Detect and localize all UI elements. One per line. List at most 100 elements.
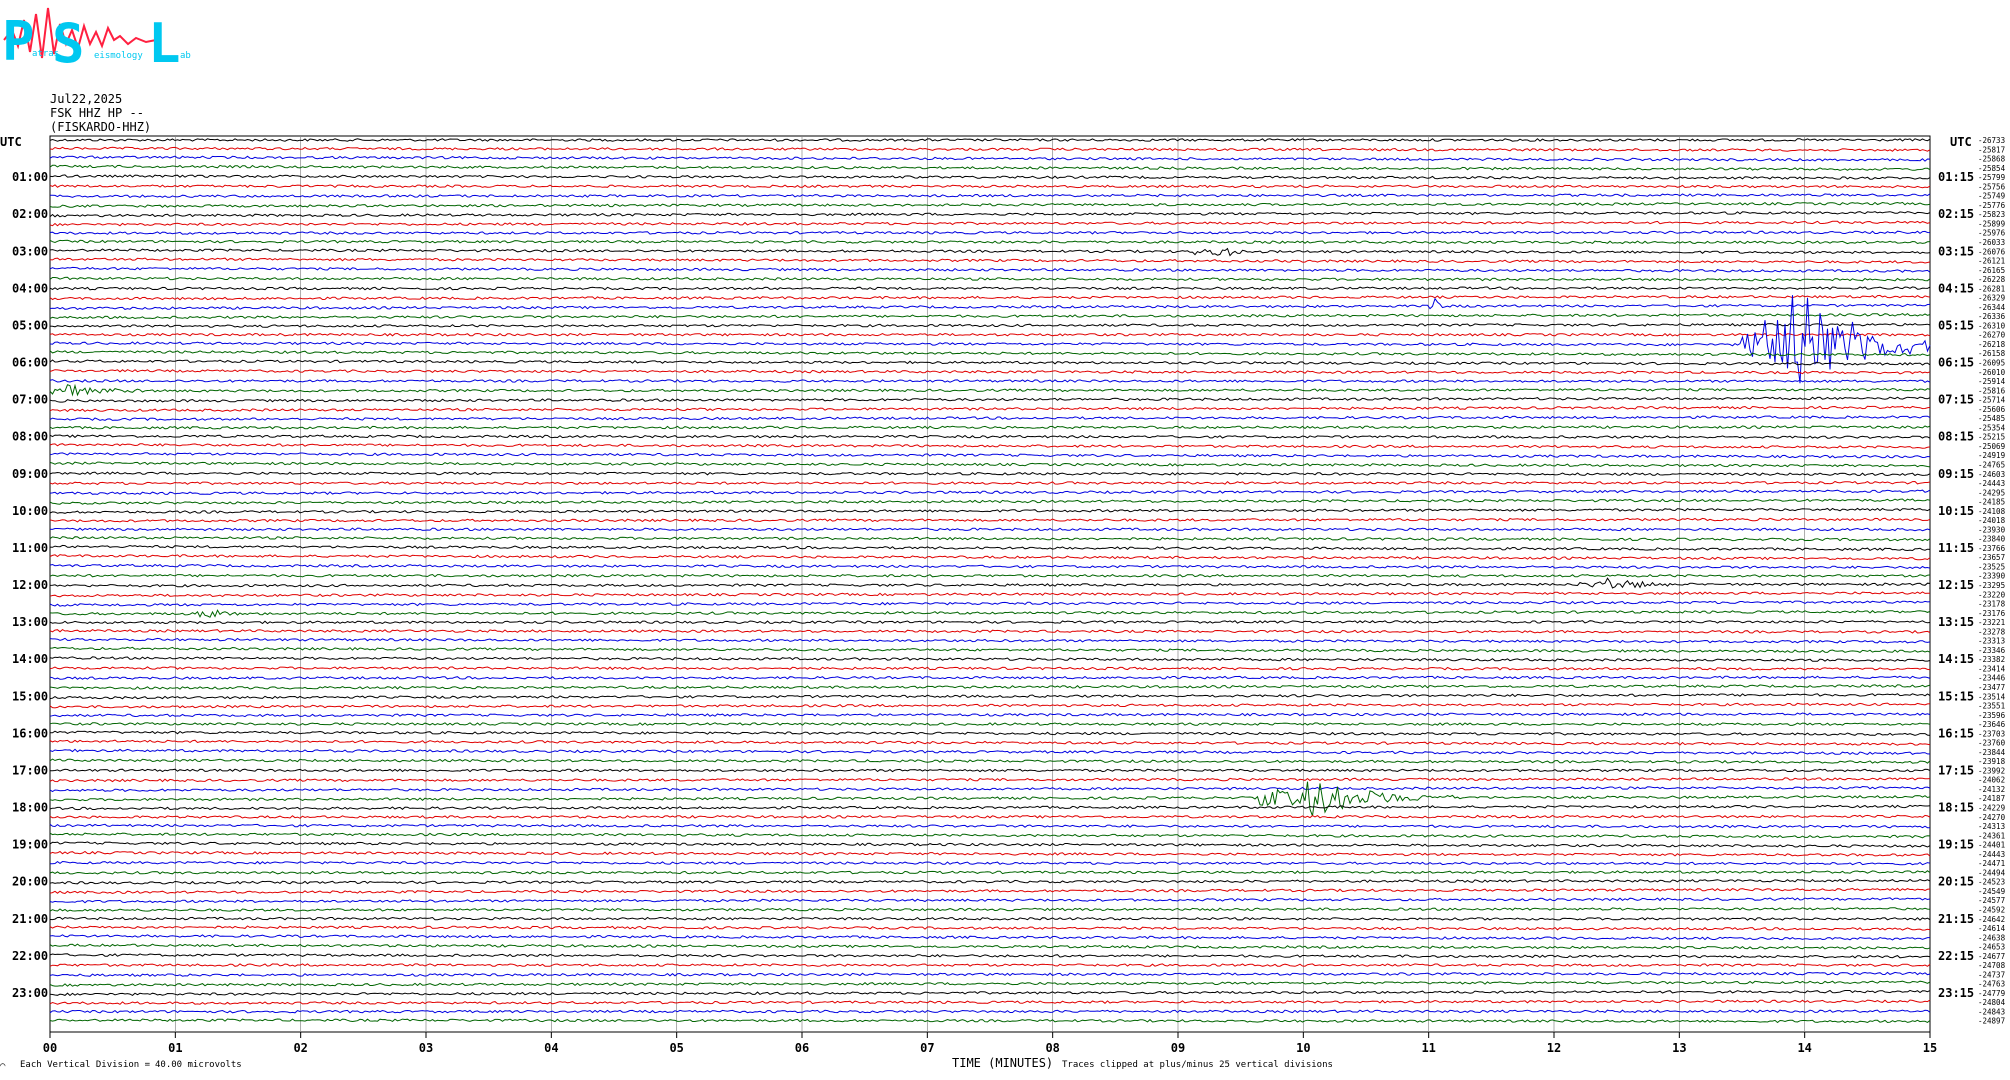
seismic-trace [49,146,1931,152]
utc-label-right: UTC [1950,135,1972,149]
trace-offset-label: -23178 [1978,600,2006,609]
left-hour-label: 09:00 [12,467,48,481]
trace-offset-label: -26121 [1978,257,2005,266]
trace-offset-label: -23657 [1978,553,2005,562]
trace-offset-label: -24549 [1978,887,2005,896]
trace-offset-label: -23992 [1978,766,2005,775]
seismic-trace [49,739,1931,746]
seismic-trace [49,722,1931,726]
x-tick-label: 02 [293,1041,307,1055]
trace-offset-label: -25817 [1978,145,2005,154]
x-tick-label: 01 [168,1041,182,1055]
lab-logo: P S L atras eismology ab [2,7,191,75]
trace-offset-label: -25606 [1978,405,2006,414]
right-hour-labels: 01:15 02:15 03:15 04:15 05:15 06:15 07:15 08:15… [1938,170,1974,1000]
seismic-trace [49,294,1931,301]
left-hour-label: 18:00 [12,801,48,815]
trace-offset-label: -24765 [1978,460,2005,469]
seismic-trace [49,758,1931,764]
seismic-trace [49,480,1931,486]
seismic-trace [49,850,1931,857]
seismic-trace [49,748,1931,755]
seismic-trace [49,591,1931,598]
trace-offset-label: -26733 [1978,136,2005,145]
trace-offset-label: -25756 [1978,182,2006,191]
logo-word-1: atras [32,49,59,59]
trace-offset-label: -23918 [1978,757,2006,766]
seismic-trace [49,257,1931,264]
trace-offset-label: -24018 [1978,516,2006,525]
seismic-trace [49,434,1931,439]
trace-offset-label: -25914 [1978,377,2006,386]
trace-offset-label: -24132 [1978,785,2005,794]
seismic-trace [49,768,1931,773]
left-hour-label: 12:00 [12,578,48,592]
seismic-trace [49,980,1931,987]
seismic-trace [49,276,1931,282]
trace-offset-label: -24185 [1978,498,2005,507]
right-hour-label: 20:15 [1938,875,1974,889]
logo-word-3: ab [180,51,191,61]
right-hour-label: 11:15 [1938,541,1974,555]
trace-offset-label: -23844 [1978,748,2006,757]
seismic-trace [49,832,1931,839]
trace-offset-label: -23313 [1978,637,2005,646]
right-hour-label: 04:15 [1938,281,1974,295]
trace-offset-label: -26076 [1978,247,2006,256]
seismic-trace [49,405,1931,413]
seismic-trace [49,777,1931,783]
logo-letter-p: P [2,10,35,73]
trace-offset-label: -23346 [1978,646,2006,655]
left-hour-label: 14:00 [12,652,48,666]
seismic-trace [49,878,1931,885]
x-tick-label: 04 [544,1041,558,1055]
trace-offset-label: -24763 [1978,980,2005,989]
trace-offset-label: -25714 [1978,396,2006,405]
trace-offset-label: -26270 [1978,331,2006,340]
seismic-trace [49,963,1931,967]
x-tick-label: 05 [669,1041,683,1055]
trace-offset-label: -24361 [1978,831,2005,840]
trace-offset-label: -25799 [1978,173,2005,182]
seismic-trace [49,425,1931,430]
seismic-trace [49,675,1931,680]
right-hour-label: 09:15 [1938,467,1974,481]
seismic-trace [49,174,1931,180]
x-tick-label: 09 [1171,1041,1185,1055]
trace-offset-label: -26228 [1978,275,2006,284]
left-hour-label: 16:00 [12,726,48,740]
x-tick-label: 00 [43,1041,57,1055]
seismic-trace [49,443,1931,449]
trace-offset-label: -24443 [1978,479,2005,488]
left-hour-label: 19:00 [12,838,48,852]
trace-offset-label: -25749 [1978,192,2005,201]
x-axis-label: TIME (MINUTES) [952,1056,1053,1070]
trace-offset-label: -25485 [1978,414,2005,423]
seismic-trace [49,220,1931,227]
seismic-trace [49,350,1931,357]
seismic-trace [49,628,1931,634]
seismic-trace [49,897,1931,904]
trace-offset-label: -23760 [1978,739,2006,748]
left-hour-label: 06:00 [12,356,48,370]
trace-offset-label: -23414 [1978,664,2006,673]
right-hour-label: 12:15 [1938,578,1974,592]
seismic-trace [49,471,1931,477]
trace-offset-label: -26165 [1978,266,2005,275]
trace-offset-label: -23840 [1978,535,2006,544]
trace-offset-label: -23295 [1978,581,2005,590]
trace-offset-label: -24471 [1978,859,2005,868]
trace-offset-label: -24295 [1978,488,2005,497]
right-hour-label: 13:15 [1938,615,1974,629]
seismic-trace [49,600,1931,607]
seismic-trace [49,1009,1931,1014]
seismic-trace [49,489,1931,495]
seismic-trace [49,201,1931,208]
seismic-trace [49,860,1931,866]
left-hour-label: 02:00 [12,207,48,221]
seismic-trace [49,332,1931,337]
x-tick-label: 14 [1797,1041,1811,1055]
trace-offset-label: -26218 [1978,340,2006,349]
seismic-trace [49,498,1931,505]
seismic-trace [49,646,1931,653]
